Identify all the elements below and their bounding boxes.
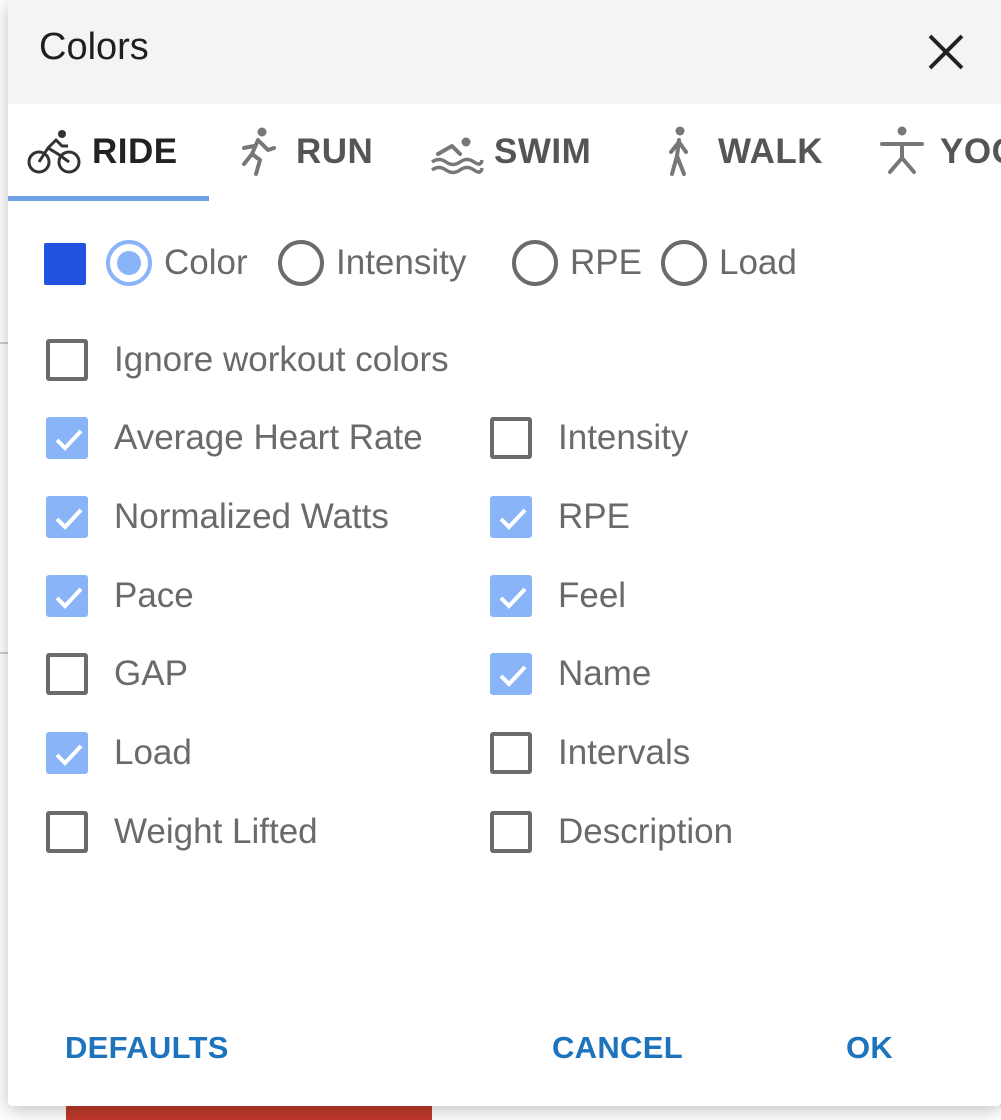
checkbox-label: Pace: [114, 576, 194, 615]
field-checkbox[interactable]: Description: [490, 807, 733, 857]
radio-label: Color: [164, 243, 248, 282]
tab-yoga[interactable]: YOGA: [874, 104, 1001, 200]
field-checkbox[interactable]: Intensity: [490, 413, 688, 463]
tab-run[interactable]: RUN: [230, 104, 373, 200]
yoga-icon: [880, 126, 924, 174]
checkbox-box: [490, 653, 532, 695]
check-icon: [499, 587, 527, 609]
field-checkbox[interactable]: Average Heart Rate: [46, 413, 423, 463]
field-checkbox[interactable]: Normalized Watts: [46, 492, 389, 542]
field-checkbox[interactable]: Weight Lifted: [46, 807, 318, 857]
tab-label: YOGA: [940, 132, 1001, 171]
field-checkbox[interactable]: Name: [490, 649, 651, 699]
colors-dialog: Colors RIDE RUN SWIM WALK YO Color Inten…: [8, 0, 1001, 1106]
check-icon: [499, 665, 527, 687]
tab-label: SWIM: [494, 132, 592, 171]
radio-rpe[interactable]: RPE: [512, 236, 642, 290]
ok-button[interactable]: OK: [846, 1030, 893, 1066]
background-page-bottom: [0, 1106, 1001, 1120]
checkbox-label: Load: [114, 733, 192, 772]
checkbox-box: [490, 575, 532, 617]
tab-label: WALK: [718, 132, 824, 171]
dialog-title: Colors: [39, 26, 149, 68]
check-icon: [55, 744, 83, 766]
checkbox-box: [46, 339, 88, 381]
checkbox-box: [46, 496, 88, 538]
checkbox-label: Name: [558, 654, 652, 693]
radio-label: Intensity: [336, 243, 467, 282]
checkbox-box: [46, 732, 88, 774]
radio-load[interactable]: Load: [661, 236, 797, 290]
ignore-workout-colors-checkbox[interactable]: Ignore workout colors: [46, 335, 449, 385]
radio-label: RPE: [570, 243, 642, 282]
checkbox-box: [46, 653, 88, 695]
bike-icon: [27, 130, 81, 174]
close-button[interactable]: [922, 28, 970, 76]
checkbox-label: Weight Lifted: [114, 812, 318, 851]
sport-tabs: RIDE RUN SWIM WALK YO: [8, 104, 1001, 201]
swim-icon: [430, 137, 484, 175]
cancel-button[interactable]: CANCEL: [552, 1030, 683, 1066]
checkbox-label: Average Heart Rate: [114, 418, 423, 457]
checkbox-label: Intervals: [558, 733, 691, 772]
checkbox-box: [46, 417, 88, 459]
check-icon: [55, 429, 83, 451]
active-tab-indicator: [8, 196, 209, 201]
tab-swim[interactable]: SWIM: [428, 104, 591, 200]
field-checkbox[interactable]: Pace: [46, 571, 194, 621]
radio-circle: [661, 240, 707, 286]
radio-color[interactable]: Color: [106, 236, 248, 290]
checkbox-label: Feel: [558, 576, 627, 615]
tab-label: RIDE: [92, 132, 178, 171]
run-icon: [242, 127, 276, 176]
color-mode-group: Color Intensity RPE Load: [44, 236, 944, 290]
radio-label: Load: [719, 243, 797, 282]
field-checkbox[interactable]: Load: [46, 728, 192, 778]
check-icon: [499, 508, 527, 530]
check-icon: [55, 508, 83, 530]
tab-label: RUN: [296, 132, 374, 171]
dialog-header: Colors: [8, 0, 1001, 104]
field-checkbox[interactable]: Intervals: [490, 728, 690, 778]
color-swatch[interactable]: [44, 243, 86, 285]
checkbox-label: GAP: [114, 654, 188, 693]
field-checkbox[interactable]: GAP: [46, 649, 188, 699]
field-checkbox[interactable]: Feel: [490, 571, 626, 621]
field-checkbox[interactable]: RPE: [490, 492, 630, 542]
checkbox-label: RPE: [558, 497, 630, 536]
background-activity-bar: [66, 1106, 432, 1120]
checkbox-box: [490, 417, 532, 459]
radio-intensity[interactable]: Intensity: [278, 236, 466, 290]
checkbox-label: Normalized Watts: [114, 497, 389, 536]
checkbox-box: [490, 811, 532, 853]
defaults-button[interactable]: DEFAULTS: [65, 1030, 229, 1066]
checkbox-box: [46, 811, 88, 853]
walk-icon: [669, 126, 688, 176]
tab-ride[interactable]: RIDE: [26, 104, 178, 200]
tab-walk[interactable]: WALK: [652, 104, 823, 200]
checkbox-label: Ignore workout colors: [114, 340, 449, 379]
radio-circle: [512, 240, 558, 286]
radio-circle: [106, 240, 152, 286]
close-icon: [928, 34, 964, 70]
check-icon: [55, 587, 83, 609]
checkbox-box: [490, 496, 532, 538]
checkbox-label: Description: [558, 812, 734, 851]
radio-circle: [278, 240, 324, 286]
checkbox-box: [490, 732, 532, 774]
checkbox-box: [46, 575, 88, 617]
checkbox-label: Intensity: [558, 418, 689, 457]
